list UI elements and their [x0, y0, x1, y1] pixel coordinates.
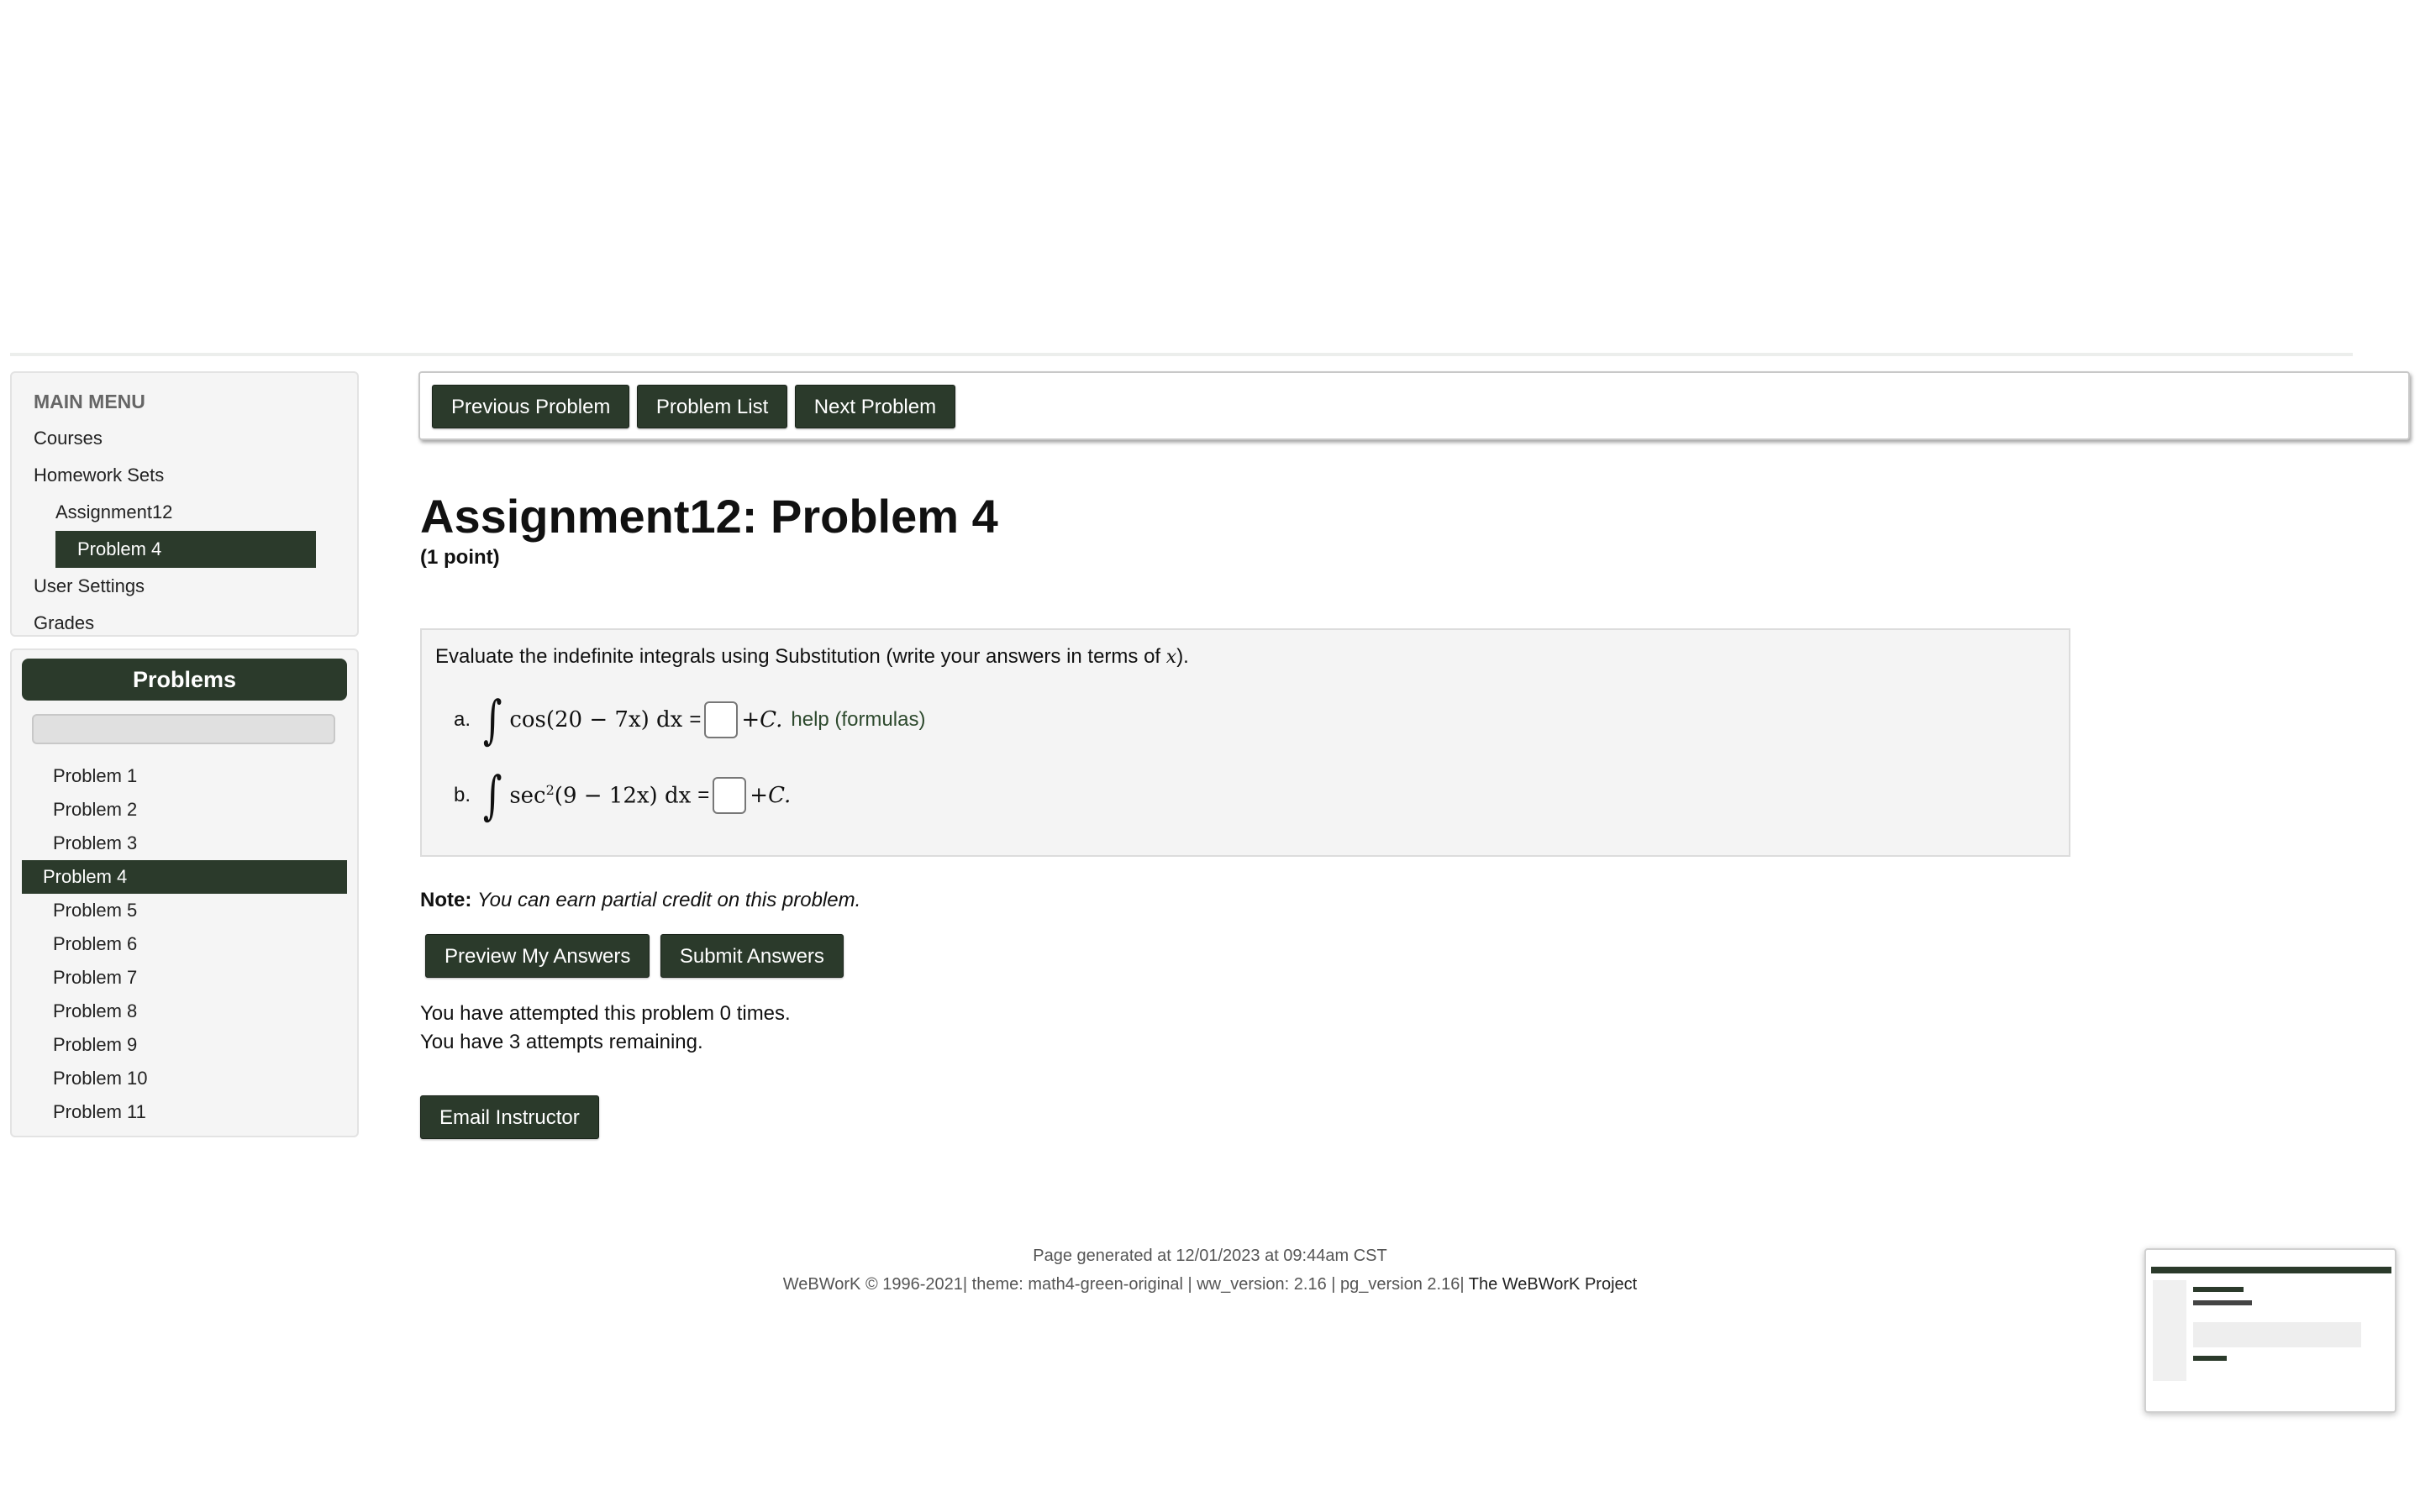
problem-list-item[interactable]: Problem 11 [22, 1095, 347, 1129]
thumbnail-button [2193, 1356, 2227, 1361]
thumbnail-header [2151, 1267, 2391, 1273]
note-label: Note: [420, 889, 472, 911]
main-menu: MAIN MENU Courses Homework Sets Assignme… [10, 371, 359, 637]
attempts-info: You have attempted this problem 0 times.… [420, 1000, 791, 1057]
sidebar-item-courses[interactable]: Courses [12, 420, 357, 457]
thumbnail-title [2193, 1300, 2252, 1305]
statement-variable: x [1165, 647, 1177, 668]
sidebar-item-problem-4[interactable]: Problem 4 [55, 531, 316, 568]
sidebar-item-user-settings[interactable]: User Settings [12, 568, 357, 605]
next-problem-button[interactable]: Next Problem [794, 385, 956, 428]
integral-sign: ∫ [482, 689, 502, 750]
page-title: Assignment12: Problem 4 [420, 490, 998, 543]
expression-exponent: 2 [545, 782, 555, 799]
problem-points: (1 point) [420, 546, 500, 569]
problem-list-item-active[interactable]: Problem 4 [22, 860, 347, 894]
sidebar: MAIN MENU Courses Homework Sets Assignme… [10, 371, 359, 1137]
footer: Page generated at 12/01/2023 at 09:44am … [0, 1242, 2420, 1299]
part-a: a. ∫ cos(20 − 7x) dx = +C. help (formula… [454, 694, 925, 746]
part-b-expression: sec2(9 − 12x) dx [509, 782, 691, 809]
attempts-remaining: You have 3 attempts remaining. [420, 1031, 703, 1053]
sidebar-item-grades[interactable]: Grades [12, 605, 357, 642]
webwork-project-link[interactable]: The WeBWorK Project [1469, 1275, 1637, 1294]
problem-list-item[interactable]: Problem 8 [22, 995, 347, 1028]
part-a-label: a. [454, 708, 471, 731]
expression-argument: (9 − 12x) dx [554, 783, 692, 809]
sidebar-item-homework-sets[interactable]: Homework Sets [12, 457, 357, 494]
header-divider [10, 353, 2353, 356]
footer-copyright: WeBWorK © 1996-2021| theme: math4-green-… [0, 1270, 2420, 1299]
sidebar-item-assignment12[interactable]: Assignment12 [12, 494, 357, 531]
problem-list-item[interactable]: Problem 10 [22, 1062, 347, 1095]
note-text: You can earn partial credit on this prob… [477, 889, 861, 911]
page-generated-time: Page generated at 12/01/2023 at 09:44am … [1033, 1247, 1387, 1265]
attempts-made: You have attempted this problem 0 times. [420, 1002, 791, 1025]
help-formulas-link[interactable]: help (formulas) [791, 708, 925, 732]
part-a-expression: cos(20 − 7x) dx [509, 707, 683, 732]
thumbnail-nav [2193, 1287, 2244, 1292]
submit-answers-button[interactable]: Submit Answers [660, 934, 844, 978]
submit-row: Preview My Answers Submit Answers [425, 934, 850, 978]
thumbnail-sidebar [2153, 1280, 2186, 1381]
progress-bar [32, 714, 335, 744]
statement-suffix: ). [1176, 645, 1189, 668]
expression-sec: sec [509, 783, 546, 809]
problem-statement: Evaluate the indefinite integrals using … [435, 645, 1189, 669]
problem-nav-bar: Previous Problem Problem List Next Probl… [418, 371, 2410, 440]
problem-body: Evaluate the indefinite integrals using … [420, 628, 2070, 857]
problem-list-item[interactable]: Problem 1 [22, 759, 347, 793]
problems-panel: Problems Problem 1 Problem 2 Problem 3 P… [10, 648, 359, 1137]
part-b-label: b. [454, 784, 471, 806]
problem-list-item[interactable]: Problem 5 [22, 894, 347, 927]
equals-sign: = [697, 784, 710, 806]
email-instructor-button[interactable]: Email Instructor [420, 1095, 599, 1139]
footer-version-info: WeBWorK © 1996-2021| theme: math4-green-… [782, 1275, 1465, 1294]
problem-list-item[interactable]: Problem 9 [22, 1028, 347, 1062]
screenshot-thumbnail[interactable] [2144, 1248, 2396, 1413]
equals-sign: = [689, 708, 702, 731]
plus-c: +C. [750, 783, 792, 808]
answer-input-b[interactable] [713, 777, 747, 814]
problem-list-item[interactable]: Problem 2 [22, 793, 347, 827]
plus-c: +C. [741, 707, 783, 732]
integral-sign: ∫ [482, 764, 502, 826]
problem-list-item[interactable]: Problem 6 [22, 927, 347, 961]
thumbnail-problem [2193, 1322, 2361, 1347]
problem-list-item[interactable]: Problem 3 [22, 827, 347, 860]
previous-problem-button[interactable]: Previous Problem [432, 385, 630, 428]
main-menu-header: MAIN MENU [34, 391, 145, 412]
problem-list-item[interactable]: Problem 7 [22, 961, 347, 995]
problem-list-button[interactable]: Problem List [636, 385, 788, 428]
answer-input-a[interactable] [704, 701, 739, 738]
problems-header: Problems [22, 659, 347, 701]
preview-answers-button[interactable]: Preview My Answers [425, 934, 650, 978]
part-b: b. ∫ sec2(9 − 12x) dx = +C. [454, 769, 791, 822]
statement-prefix: Evaluate the indefinite integrals using … [435, 645, 1166, 668]
partial-credit-note: Note: You can earn partial credit on thi… [420, 889, 860, 912]
